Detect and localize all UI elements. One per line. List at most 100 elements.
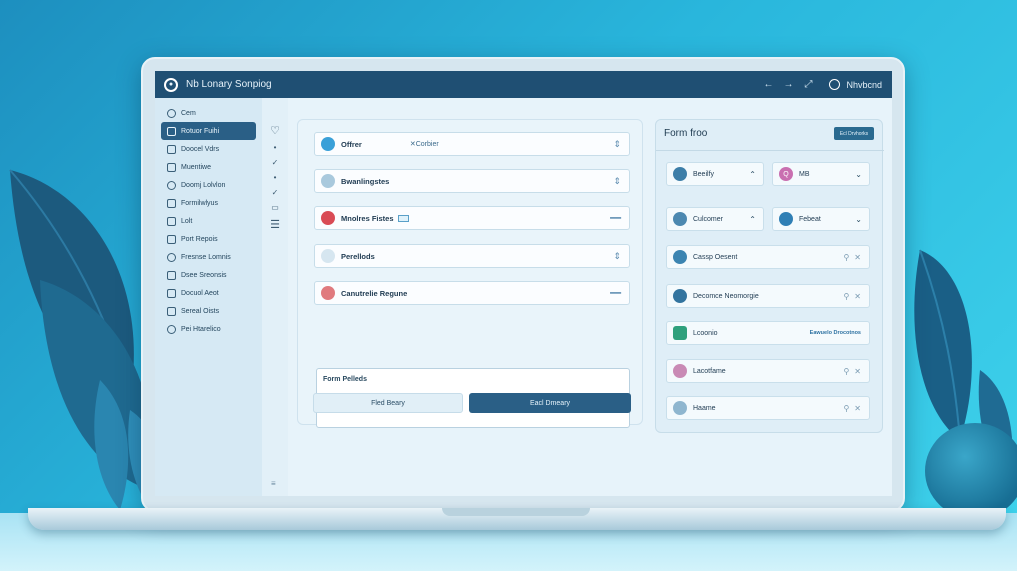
sidebar-item-label: Sereal Oists [181, 307, 220, 315]
close-icon[interactable]: ✕ [854, 253, 861, 262]
sidebar-item-label: Docuol Aeot [181, 289, 219, 297]
list-row[interactable]: Offrer ✕ Corbier ⇕ [314, 132, 630, 156]
check-icon[interactable]: ✓ [272, 158, 279, 167]
secondary-button[interactable]: Fled Beary [313, 393, 463, 413]
chevron-up-icon[interactable]: ⌃ [749, 170, 756, 179]
sidebar-item[interactable]: Dsee Sreonsis [161, 266, 256, 284]
card-actions: ⚲ ✕ [843, 292, 861, 301]
edit-icon[interactable]: ⚲ [843, 292, 849, 301]
info-icon [167, 324, 176, 334]
sidebar-item-label: Dsee Sreonsis [181, 271, 227, 279]
card-avatar-icon [673, 250, 687, 264]
row-label: Offrer [341, 139, 362, 149]
drag-handle-icon[interactable]: ⇕ [613, 176, 621, 187]
form-card[interactable]: Cassp Oesent ⚲ ✕ [666, 245, 870, 269]
back-arrow-icon[interactable]: ← [761, 78, 775, 92]
minus-icon[interactable]: ━━ [610, 213, 621, 224]
chevron-up-icon[interactable]: ⌃ [749, 215, 756, 224]
form-card[interactable]: Decomce Neomorgie ⚲ ✕ [666, 284, 870, 308]
sidebar-item[interactable]: Pei Htarelico [161, 320, 256, 338]
table-icon [167, 270, 176, 280]
card-avatar-icon [673, 167, 687, 181]
file-icon [167, 126, 176, 136]
card-label: Cassp Oesent [693, 253, 738, 261]
user-menu[interactable]: Nhvbcnd [829, 79, 882, 90]
card-label: Haame [693, 404, 716, 412]
row-label: Perellods [341, 251, 375, 261]
favorite-icon[interactable]: ♡ [270, 124, 280, 137]
app-window: ● Nb Lonary Sonpiog ← → ⤢ Nhvbcnd Cem Rot… [155, 71, 892, 496]
card-avatar-icon [673, 364, 687, 378]
card-link[interactable]: Eawuelo Drocotnos [810, 330, 861, 336]
card-avatar-icon [673, 326, 687, 340]
row-label: Canutrelie Regune [341, 288, 408, 298]
sidebar-item[interactable]: Port Repois [161, 230, 256, 248]
sidebar-item[interactable]: Fresnse Lomnis [161, 248, 256, 266]
close-icon[interactable]: ✕ [854, 404, 861, 413]
sidebar-item[interactable]: Muentiwe [161, 158, 256, 176]
edit-icon[interactable]: ⚲ [843, 404, 849, 413]
badge-check-icon[interactable]: ✓ [272, 188, 279, 197]
laptop-notch [442, 508, 590, 516]
card-label: Lcoonio [693, 329, 718, 337]
form-card[interactable]: Q MB ⌄ [772, 162, 870, 186]
list-row[interactable]: Canutrelie Regune ━━ [314, 281, 630, 305]
card-avatar-icon [673, 212, 687, 226]
sidebar-item[interactable]: Lolt [161, 212, 256, 230]
card-avatar-icon: Q [779, 167, 793, 181]
sidebar-item-label: Port Repois [181, 235, 218, 243]
doc-icon [167, 180, 176, 190]
form-card[interactable]: Beeilfy ⌃ [666, 162, 764, 186]
menu-icon[interactable]: ☰ [270, 218, 280, 231]
card-label: MB [799, 170, 810, 178]
forward-arrow-icon[interactable]: → [781, 78, 795, 92]
form-panel-action-button[interactable]: Ecl Drvhorks [834, 127, 874, 140]
sidebar-item-label: Muentiwe [181, 163, 211, 171]
list-row[interactable]: Perellods ⇕ [314, 244, 630, 268]
list-row[interactable]: Bwanlingstes ⇕ [314, 169, 630, 193]
card-label: Beeilfy [693, 170, 715, 178]
drag-handle-icon[interactable]: ⇕ [613, 139, 621, 150]
card-avatar-icon [673, 401, 687, 415]
list-row[interactable]: Mnolres Fistes ━━ [314, 206, 630, 230]
form-card[interactable]: Lcoonio Eawuelo Drocotnos [666, 321, 870, 345]
form-card[interactable]: Culcomer ⌃ [666, 207, 764, 231]
tag-icon [397, 214, 409, 222]
close-icon[interactable]: ✕ [854, 292, 861, 301]
sidebar-item[interactable]: Cem [161, 104, 256, 122]
sidebar-item[interactable]: Sereal Oists [161, 302, 256, 320]
gear-icon [167, 306, 176, 316]
row-label: Bwanlingstes [341, 176, 390, 186]
minus-icon[interactable]: ━━ [610, 288, 621, 299]
footer-icon: ≡ [271, 479, 276, 488]
form-card[interactable]: Haame ⚲ ✕ [666, 396, 870, 420]
dot-icon[interactable]: • [274, 173, 277, 182]
textarea-label: Form Pelleds [323, 376, 367, 383]
image-icon[interactable]: ▭ [271, 203, 279, 212]
chevron-down-icon[interactable]: ⌄ [855, 170, 862, 179]
row-secondary-label: Corbier [415, 140, 439, 148]
sidebar-item[interactable]: Rotuor Fuihi [161, 122, 256, 140]
folder-icon [167, 144, 176, 154]
card-label: Lacotfame [693, 367, 726, 375]
form-card[interactable]: Febeat ⌄ [772, 207, 870, 231]
drag-handle-icon[interactable]: ⇕ [613, 251, 621, 262]
sidebar-item-label: Fresnse Lomnis [181, 253, 231, 261]
edit-icon[interactable]: ⚲ [843, 367, 849, 376]
chevron-down-icon[interactable]: ⌄ [855, 215, 862, 224]
card-label: Culcomer [693, 215, 723, 223]
primary-button[interactable]: Eacl Dmeary [469, 393, 631, 413]
sidebar-item-label: Rotuor Fuihi [181, 127, 220, 135]
edit-icon[interactable]: ⚲ [843, 253, 849, 262]
dot-icon[interactable]: • [274, 143, 277, 152]
sidebar-item-label: Doomj Lolvlon [181, 181, 226, 189]
sidebar-item[interactable]: Docuol Aeot [161, 284, 256, 302]
sidebar-item[interactable]: Doocel Vdrs [161, 140, 256, 158]
sidebar-item[interactable]: Formilwlyus [161, 194, 256, 212]
sidebar-item[interactable]: Doomj Lolvlon [161, 176, 256, 194]
close-icon[interactable]: ✕ [854, 367, 861, 376]
form-card[interactable]: Lacotfame ⚲ ✕ [666, 359, 870, 383]
expand-icon[interactable]: ⤢ [801, 78, 815, 92]
card-avatar-icon [673, 289, 687, 303]
form-panel-title: Form froo [664, 128, 708, 139]
